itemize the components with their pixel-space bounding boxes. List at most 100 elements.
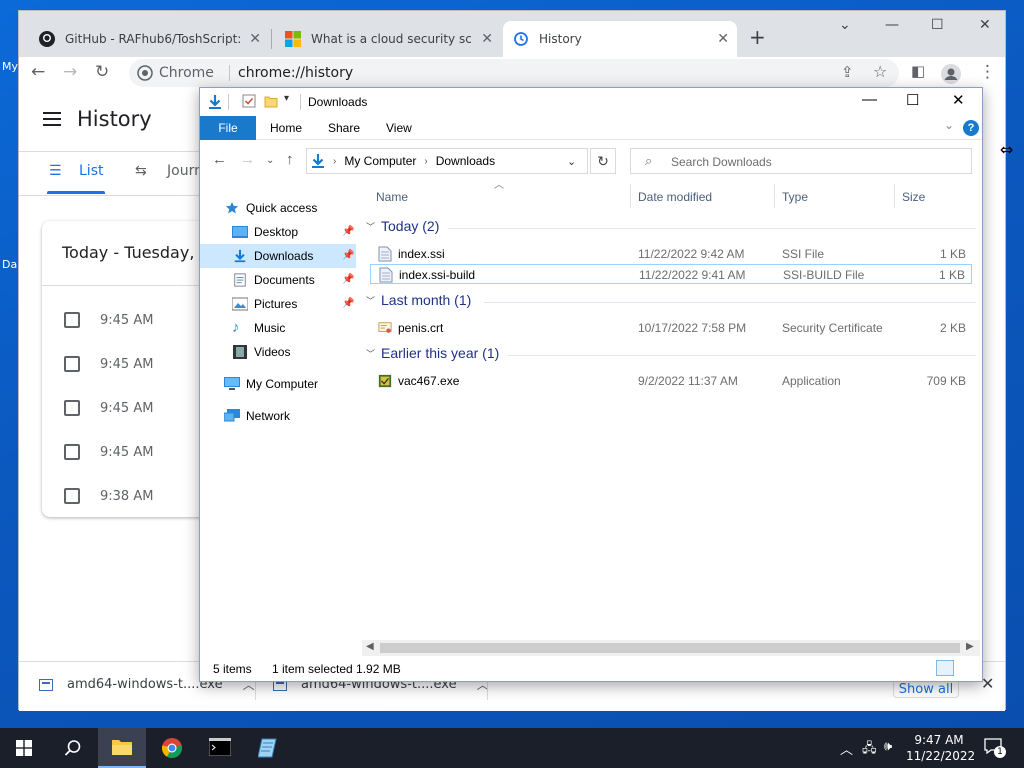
close-icon[interactable]: ✕	[481, 31, 493, 47]
history-row[interactable]: 9:45 AM	[64, 398, 153, 418]
desktop-icon-label[interactable]: My	[2, 60, 18, 73]
tab-history[interactable]: History ✕	[503, 21, 737, 57]
address-bar[interactable]: › My Computer › Downloads ⌄	[306, 148, 588, 174]
up-button[interactable]: ↑	[286, 151, 294, 168]
desktop-icon-label[interactable]: Da	[2, 258, 17, 271]
checkbox[interactable]	[64, 488, 80, 504]
column-header-type[interactable]: Type	[782, 190, 808, 204]
nav-item-downloads[interactable]: Downloads 📌	[200, 244, 356, 268]
help-icon[interactable]: ?	[963, 120, 979, 136]
minimize-button[interactable]: —	[862, 91, 877, 108]
nav-item-quick-access[interactable]: Quick access	[200, 196, 356, 220]
history-row[interactable]: 9:45 AM	[64, 354, 153, 374]
close-button[interactable]: ✕	[952, 91, 965, 109]
recent-locations-icon[interactable]: ⌄	[266, 155, 274, 166]
chevron-right-icon[interactable]: ›	[424, 156, 427, 167]
scrollbar-thumb[interactable]	[380, 643, 960, 653]
group-header-earlier-this-year[interactable]: ﹀ Earlier this year (1)	[366, 345, 499, 361]
taskbar-file-explorer[interactable]	[98, 728, 146, 768]
new-tab-button[interactable]: +	[749, 25, 766, 49]
group-header-last-month[interactable]: ﹀ Last month (1)	[366, 292, 471, 308]
pin-icon[interactable]: 📌	[342, 226, 354, 237]
notification-center-icon[interactable]: 1	[984, 738, 1006, 758]
group-header-today[interactable]: ﹀ Today (2)	[366, 218, 439, 234]
taskbar-notepad[interactable]	[244, 728, 292, 768]
close-button[interactable]: ✕	[979, 17, 991, 33]
network-icon[interactable]: 🖧	[862, 739, 877, 761]
address-bar[interactable]: Chrome chrome://history ⇪ ☆	[129, 59, 899, 87]
reload-button[interactable]: ↻	[95, 62, 109, 82]
menu-icon[interactable]: ⋮	[979, 62, 996, 82]
pin-icon[interactable]: 📌	[342, 250, 354, 261]
back-button[interactable]: ←	[212, 151, 227, 168]
pin-icon[interactable]: 📌	[342, 274, 354, 285]
star-icon[interactable]: ☆	[873, 62, 887, 81]
pin-icon[interactable]: 📌	[342, 298, 354, 309]
history-row[interactable]: 9:38 AM	[64, 486, 153, 506]
tab-github[interactable]: GitHub - RAFhub6/ToshScript: A ✕	[29, 21, 269, 57]
nav-item-pictures[interactable]: Pictures 📌	[200, 292, 356, 316]
tab-list[interactable]: List	[79, 163, 103, 179]
file-row[interactable]: penis.crt 10/17/2022 7:58 PM Security Ce…	[370, 318, 972, 338]
chevron-right-icon[interactable]: ›	[333, 156, 336, 167]
properties-icon[interactable]	[242, 94, 256, 108]
scroll-left-icon[interactable]: ◀	[366, 641, 374, 652]
search-input[interactable]: ⌕ Search Downloads	[630, 148, 972, 174]
profile-icon[interactable]	[941, 64, 961, 84]
customize-toolbar-icon[interactable]: ▾	[284, 93, 289, 104]
ribbon-tab-share[interactable]: Share	[328, 121, 360, 135]
chevron-up-icon[interactable]: ︿	[840, 739, 853, 758]
tab-journeys[interactable]: Journ	[167, 163, 203, 179]
column-header-name[interactable]: Name	[376, 190, 408, 204]
close-icon[interactable]: ✕	[717, 31, 729, 47]
forward-button[interactable]: →	[240, 151, 255, 168]
chevron-down-icon[interactable]: ⌄	[839, 17, 851, 33]
checkbox[interactable]	[64, 444, 80, 460]
checkbox[interactable]	[64, 356, 80, 372]
taskbar-chrome[interactable]	[148, 728, 196, 768]
breadcrumb-downloads[interactable]: Downloads	[436, 154, 495, 168]
nav-item-videos[interactable]: Videos	[200, 340, 356, 364]
tab-cloud-security[interactable]: What is a cloud security scan? - | ✕	[275, 21, 501, 57]
share-icon[interactable]: ⇪	[841, 63, 854, 81]
column-header-size[interactable]: Size	[902, 190, 925, 204]
nav-item-my-computer[interactable]: My Computer	[200, 372, 356, 396]
clock[interactable]: 9:47 AM 11/22/2022	[906, 732, 975, 764]
checkbox[interactable]	[64, 400, 80, 416]
nav-item-desktop[interactable]: Desktop 📌	[200, 220, 356, 244]
column-header-date[interactable]: Date modified	[638, 190, 712, 204]
back-button[interactable]: ←	[31, 62, 45, 82]
close-icon[interactable]: ✕	[249, 31, 261, 47]
expand-ribbon-icon[interactable]: ⌄	[944, 118, 954, 132]
breadcrumb-my-computer[interactable]: My Computer	[344, 154, 416, 168]
volume-icon[interactable]: 🕪	[884, 739, 892, 754]
windows-start-icon[interactable]	[16, 740, 32, 756]
ribbon-tab-view[interactable]: View	[386, 121, 412, 135]
chevron-down-icon[interactable]: ⌄	[567, 155, 576, 168]
side-panel-icon[interactable]: ◧	[911, 62, 925, 80]
maximize-button[interactable]: ☐	[906, 91, 919, 109]
close-icon[interactable]: ✕	[981, 674, 994, 693]
nav-item-documents[interactable]: Documents 📌	[200, 268, 356, 292]
ribbon-tab-file[interactable]: File	[200, 116, 256, 140]
refresh-button[interactable]: ↻	[590, 148, 616, 174]
history-row[interactable]: 9:45 AM	[64, 442, 153, 462]
minimize-button[interactable]: —	[885, 17, 899, 33]
scroll-right-icon[interactable]: ▶	[966, 641, 974, 652]
history-row[interactable]: 9:45 AM	[64, 310, 153, 330]
maximize-button[interactable]: ☐	[931, 17, 944, 33]
hamburger-menu-icon[interactable]	[43, 112, 61, 126]
taskbar-terminal[interactable]	[196, 728, 244, 768]
file-row[interactable]: vac467.exe 9/2/2022 11:37 AM Application…	[370, 371, 972, 391]
new-folder-icon[interactable]	[264, 94, 278, 108]
file-row[interactable]: index.ssi-build 11/22/2022 9:41 AM SSI-B…	[370, 264, 972, 284]
details-view-icon[interactable]	[936, 660, 954, 676]
url-text[interactable]: chrome://history	[229, 65, 353, 81]
forward-button[interactable]: →	[63, 62, 77, 82]
large-icons-view-icon[interactable]	[958, 660, 976, 676]
horizontal-scrollbar[interactable]: ◀ ▶	[362, 640, 980, 656]
ribbon-tab-home[interactable]: Home	[270, 121, 302, 135]
search-icon[interactable]	[64, 739, 82, 757]
nav-item-music[interactable]: ♪ Music	[200, 316, 356, 340]
file-row[interactable]: index.ssi 11/22/2022 9:42 AM SSI File 1 …	[370, 244, 972, 264]
